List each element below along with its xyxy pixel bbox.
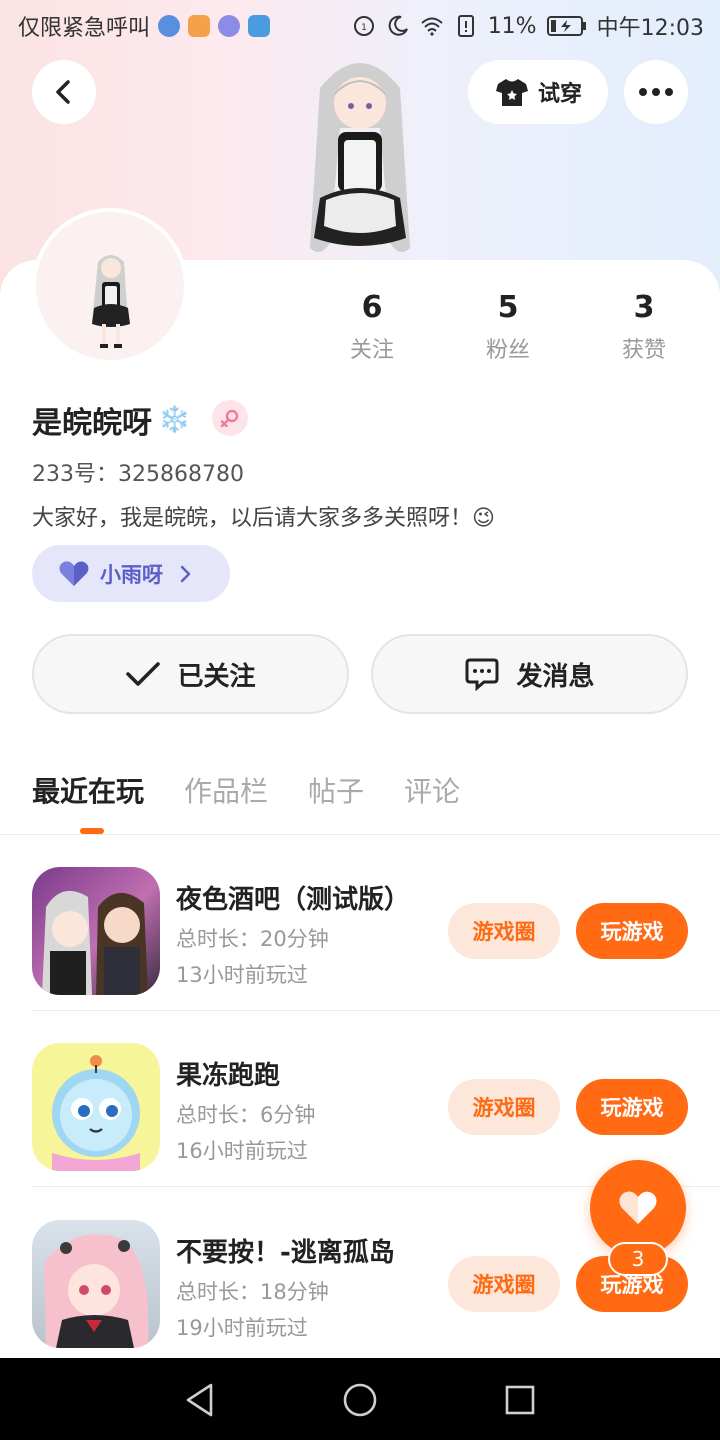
circle-home-icon bbox=[343, 1383, 377, 1417]
chat-bubble-icon bbox=[465, 658, 499, 691]
triangle-back-icon bbox=[186, 1383, 213, 1417]
more-dots-icon bbox=[639, 88, 673, 96]
fan-group-label: 小雨呀 bbox=[100, 562, 163, 587]
game-last-played: 13小时前玩过 bbox=[176, 963, 308, 987]
battery-percent: 11% bbox=[487, 13, 537, 39]
game-circle-button[interactable]: 游戏圈 bbox=[448, 1256, 560, 1312]
stat-following-label: 关注 bbox=[349, 338, 394, 363]
nav-home-button[interactable] bbox=[338, 1378, 382, 1422]
username-text: 是皖皖呀 bbox=[32, 406, 152, 441]
user-id: 233号：325868780 bbox=[32, 462, 244, 487]
play-game-button[interactable]: 玩游戏 bbox=[576, 903, 688, 959]
wifi-icon bbox=[421, 17, 443, 36]
avatar-character-image bbox=[92, 255, 130, 348]
followed-button[interactable]: 已关注 bbox=[32, 634, 349, 714]
game-title: 夜色酒吧（测试版） bbox=[176, 885, 411, 915]
carrier-text: 仅限紧急呼叫 bbox=[18, 16, 151, 41]
snowflake-emoji: ❄️ bbox=[158, 405, 191, 435]
tab-recently-played[interactable]: 最近在玩 bbox=[32, 770, 144, 810]
list-item[interactable]: 果冻跑跑 总时长：6分钟 16小时前玩过 游戏圈 玩游戏 bbox=[0, 1011, 720, 1187]
game-last-played: 16小时前玩过 bbox=[176, 1139, 308, 1163]
game-title: 果冻跑跑 bbox=[176, 1061, 281, 1091]
stat-followers[interactable]: 5 粉丝 bbox=[448, 288, 568, 364]
profile-tabs: 最近在玩 作品栏 帖子 评论 bbox=[32, 770, 460, 810]
data-saver-icon: 1 bbox=[353, 16, 374, 36]
like-count-badge: 3 bbox=[608, 1242, 668, 1276]
clock: 中午12:03 bbox=[596, 16, 704, 41]
back-arrow-icon bbox=[56, 80, 70, 104]
user-bio: 大家好，我是皖皖，以后请大家多多关照呀！😉 bbox=[32, 506, 495, 531]
chevron-right-icon bbox=[180, 565, 191, 582]
game-icon-night-bar bbox=[32, 867, 160, 995]
status-bar: 仅限紧急呼叫 1 11% 中午12:03 bbox=[0, 0, 720, 50]
square-recents-icon bbox=[505, 1385, 535, 1415]
battery-charging-icon bbox=[546, 16, 586, 36]
game-title: 不要按！-逃离孤岛 bbox=[176, 1238, 395, 1268]
game-last-played: 19小时前玩过 bbox=[176, 1316, 308, 1340]
nav-back-button[interactable] bbox=[178, 1378, 222, 1422]
back-button[interactable] bbox=[32, 60, 96, 124]
list-item[interactable]: 夜色酒吧（测试版） 总时长：20分钟 13小时前玩过 游戏圈 玩游戏 bbox=[0, 835, 720, 1011]
stat-following-value: 6 bbox=[361, 290, 383, 325]
game-duration: 总时长：18分钟 bbox=[176, 1280, 329, 1304]
tab-works[interactable]: 作品栏 bbox=[184, 770, 268, 810]
tab-posts[interactable]: 帖子 bbox=[308, 770, 364, 810]
status-left: 仅限紧急呼叫 bbox=[18, 10, 271, 42]
nav-recents-button[interactable] bbox=[498, 1378, 542, 1422]
maid-character-illustration bbox=[310, 63, 410, 252]
play-game-button[interactable]: 玩游戏 bbox=[576, 1079, 688, 1135]
stat-likes-value: 3 bbox=[633, 290, 655, 325]
female-gender-icon bbox=[212, 400, 248, 436]
svg-text:1: 1 bbox=[361, 23, 367, 33]
stat-followers-label: 粉丝 bbox=[485, 338, 530, 363]
send-message-button[interactable]: 发消息 bbox=[371, 634, 688, 714]
stat-likes[interactable]: 3 获赞 bbox=[584, 288, 704, 364]
game-circle-button[interactable]: 游戏圈 bbox=[448, 1079, 560, 1135]
game-icon-jelly-run bbox=[32, 1043, 160, 1171]
game-circle-button[interactable]: 游戏圈 bbox=[448, 903, 560, 959]
tshirt-icon bbox=[495, 79, 528, 106]
shield-app-icon bbox=[248, 15, 271, 37]
try-on-label: 试穿 bbox=[537, 82, 582, 107]
stat-following[interactable]: 6 关注 bbox=[312, 288, 432, 364]
status-right: 1 11% 中午12:03 bbox=[352, 10, 704, 42]
system-nav-bar bbox=[0, 1358, 720, 1440]
fan-group-pill[interactable]: 小雨呀 bbox=[32, 545, 230, 602]
game-duration: 总时长：20分钟 bbox=[176, 927, 329, 951]
tab-comments[interactable]: 评论 bbox=[404, 770, 460, 810]
music-app-icon bbox=[218, 15, 241, 37]
heart-icon bbox=[619, 1191, 657, 1224]
browser-app-icon bbox=[158, 15, 181, 37]
more-button[interactable] bbox=[624, 60, 688, 124]
avatar[interactable] bbox=[32, 208, 188, 364]
send-message-label: 发消息 bbox=[516, 661, 595, 692]
heart-badge-icon bbox=[59, 561, 89, 586]
sim-alert-icon bbox=[457, 15, 474, 37]
try-on-button[interactable]: 试穿 bbox=[468, 60, 608, 124]
stat-likes-label: 获赞 bbox=[621, 338, 666, 363]
followed-label: 已关注 bbox=[177, 661, 256, 692]
game-icon-dont-press bbox=[32, 1220, 160, 1348]
video-app-icon bbox=[188, 15, 211, 37]
moon-icon bbox=[388, 15, 408, 36]
checkmark-icon bbox=[126, 662, 161, 686]
username: 是皖皖呀 ❄️ bbox=[32, 398, 190, 442]
stat-followers-value: 5 bbox=[497, 290, 519, 325]
game-duration: 总时长：6分钟 bbox=[176, 1103, 316, 1127]
